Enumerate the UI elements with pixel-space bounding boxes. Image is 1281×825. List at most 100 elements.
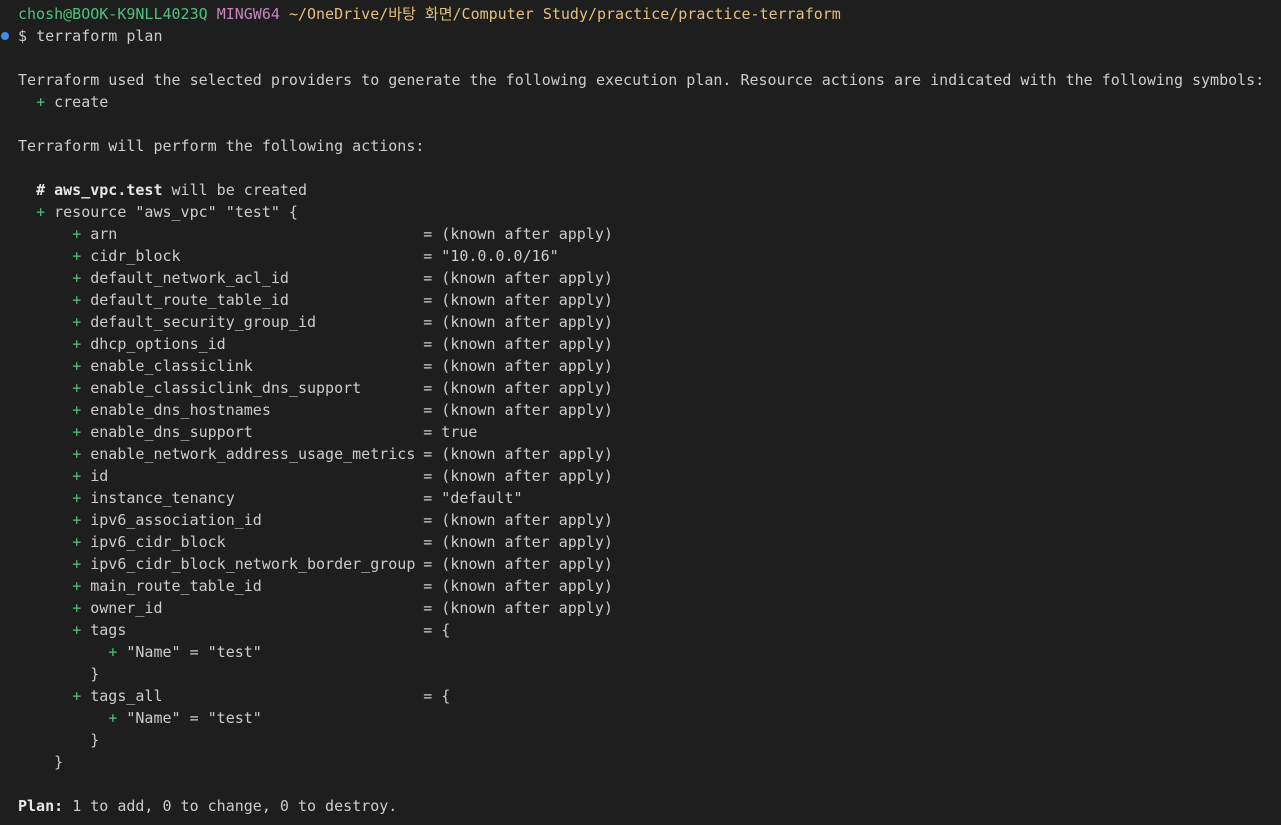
resource-comment: # aws_vpc.test will be created [0,179,1281,201]
plan-summary-text: 1 to add, 0 to change, 0 to destroy. [72,797,398,815]
terminal-output[interactable]: chosh@BOOK-K9NLL4023Q MINGW64 ~/OneDrive… [0,3,1281,817]
tags-all-entry: + "Name" = "test" [0,707,1281,729]
tags-close-brace: } [90,665,100,683]
attribute-value: = (known after apply) [423,401,613,419]
tags-entry: + "Name" = "test" [0,641,1281,663]
command-text: terraform plan [36,27,163,45]
actions-heading: Terraform will perform the following act… [18,137,425,155]
plus-symbol: + [72,379,82,397]
resource-header-text: resource "aws_vpc" "test" { [54,203,298,221]
plus-symbol: + [72,489,82,507]
attribute-name: enable_dns_hostnames [90,401,271,419]
attribute-line: + enable_classiclink = (known after apply… [0,355,1281,377]
comment-hash: # [36,181,46,199]
symbol-legend: + create [0,91,1281,113]
plus-symbol: + [72,291,82,309]
attribute-value: = (known after apply) [423,225,613,243]
plus-symbol: + [72,225,82,243]
plus-symbol: + [72,423,82,441]
prompt-line: chosh@BOOK-K9NLL4023Q MINGW64 ~/OneDrive… [0,3,1281,25]
tags-close: } [0,663,1281,685]
attribute-value: = (known after apply) [423,269,613,287]
attribute-value: = (known after apply) [423,291,613,309]
plus-symbol: + [72,577,82,595]
plus-symbol: + [72,621,82,639]
plus-symbol: + [72,357,82,375]
attribute-value: = true [423,423,478,441]
attribute-value: = (known after apply) [423,533,613,551]
plus-symbol: + [72,467,82,485]
resource-close-brace: } [54,753,64,771]
attribute-name: enable_classiclink [90,357,253,375]
attribute-value: = "default" [423,489,523,507]
attribute-line: + id = (known after apply) [0,465,1281,487]
plus-symbol: + [72,687,82,705]
create-label: create [54,93,109,111]
plus-symbol: + [72,599,82,617]
command-status-dot-icon[interactable] [1,32,9,40]
attribute-name: owner_id [90,599,163,617]
attribute-line: + main_route_table_id = (known after appl… [0,575,1281,597]
intro-line: Terraform used the selected providers to… [18,71,1265,89]
attribute-value: = (known after apply) [423,357,613,375]
attribute-line: + ipv6_cidr_block_network_border_group = … [0,553,1281,575]
attribute-name: enable_network_address_usage_metrics [90,445,416,463]
attribute-name: default_route_table_id [90,291,289,309]
tags-all-name: tags_all [90,687,163,705]
resource-address: aws_vpc.test [54,181,163,199]
resource-attributes: + arn = (known after apply) + cidr_block =… [0,223,1281,619]
attribute-value: = "10.0.0.0/16" [423,247,559,265]
attribute-line: + default_route_table_id = (known after a… [0,289,1281,311]
attribute-line: + instance_tenancy = "default" [0,487,1281,509]
plus-symbol: + [108,643,118,661]
attribute-name: enable_classiclink_dns_support [90,379,362,397]
plus-symbol: + [72,533,82,551]
resource-header: + resource "aws_vpc" "test" { [0,201,1281,223]
attribute-value: = (known after apply) [423,313,613,331]
attribute-name: dhcp_options_id [90,335,226,353]
attribute-name: ipv6_association_id [90,511,262,529]
tags-entry-text: "Name" = "test" [126,643,262,661]
prompt-symbol: $ [18,27,28,45]
plus-symbol: + [72,401,82,419]
attribute-value: = (known after apply) [423,599,613,617]
tags-open: + tags = { [0,619,1281,641]
resource-comment-suffix: will be created [171,181,307,199]
attribute-line: + default_security_group_id = (known afte… [0,311,1281,333]
plus-symbol: + [36,203,46,221]
attribute-line: + default_network_acl_id = (known after a… [0,267,1281,289]
resource-close: } [0,751,1281,773]
attribute-value: = (known after apply) [423,379,613,397]
attribute-line: + enable_classiclink_dns_support = (known… [0,377,1281,399]
attribute-name: instance_tenancy [90,489,235,507]
user-host: chosh@BOOK-K9NLL4023Q [18,5,208,23]
tags-name: tags [90,621,127,639]
tags-all-entry-text: "Name" = "test" [126,709,262,727]
tags-all-open-brace: = { [423,687,451,705]
plus-symbol: + [72,247,82,265]
attribute-line: + ipv6_association_id = (known after appl… [0,509,1281,531]
attribute-name: main_route_table_id [90,577,262,595]
attribute-line: + dhcp_options_id = (known after apply) [0,333,1281,355]
tags-open-brace: = { [423,621,451,639]
attribute-name: enable_dns_support [90,423,253,441]
plus-symbol: + [72,269,82,287]
plus-symbol: + [72,511,82,529]
plus-symbol: + [36,93,46,111]
tags-all-close-brace: } [90,731,100,749]
shell-name: MINGW64 [216,5,280,23]
plus-symbol: + [72,335,82,353]
attribute-value: = (known after apply) [423,555,613,573]
plus-symbol: + [72,555,82,573]
attribute-name: ipv6_cidr_block_network_border_group [90,555,416,573]
attribute-name: id [90,467,109,485]
attribute-line: + ipv6_cidr_block = (known after apply) [0,531,1281,553]
tags-all-close: } [0,729,1281,751]
plus-symbol: + [72,445,82,463]
attribute-line: + cidr_block = "10.0.0.0/16" [0,245,1281,267]
plus-symbol: + [108,709,118,727]
attribute-name: ipv6_cidr_block [90,533,226,551]
